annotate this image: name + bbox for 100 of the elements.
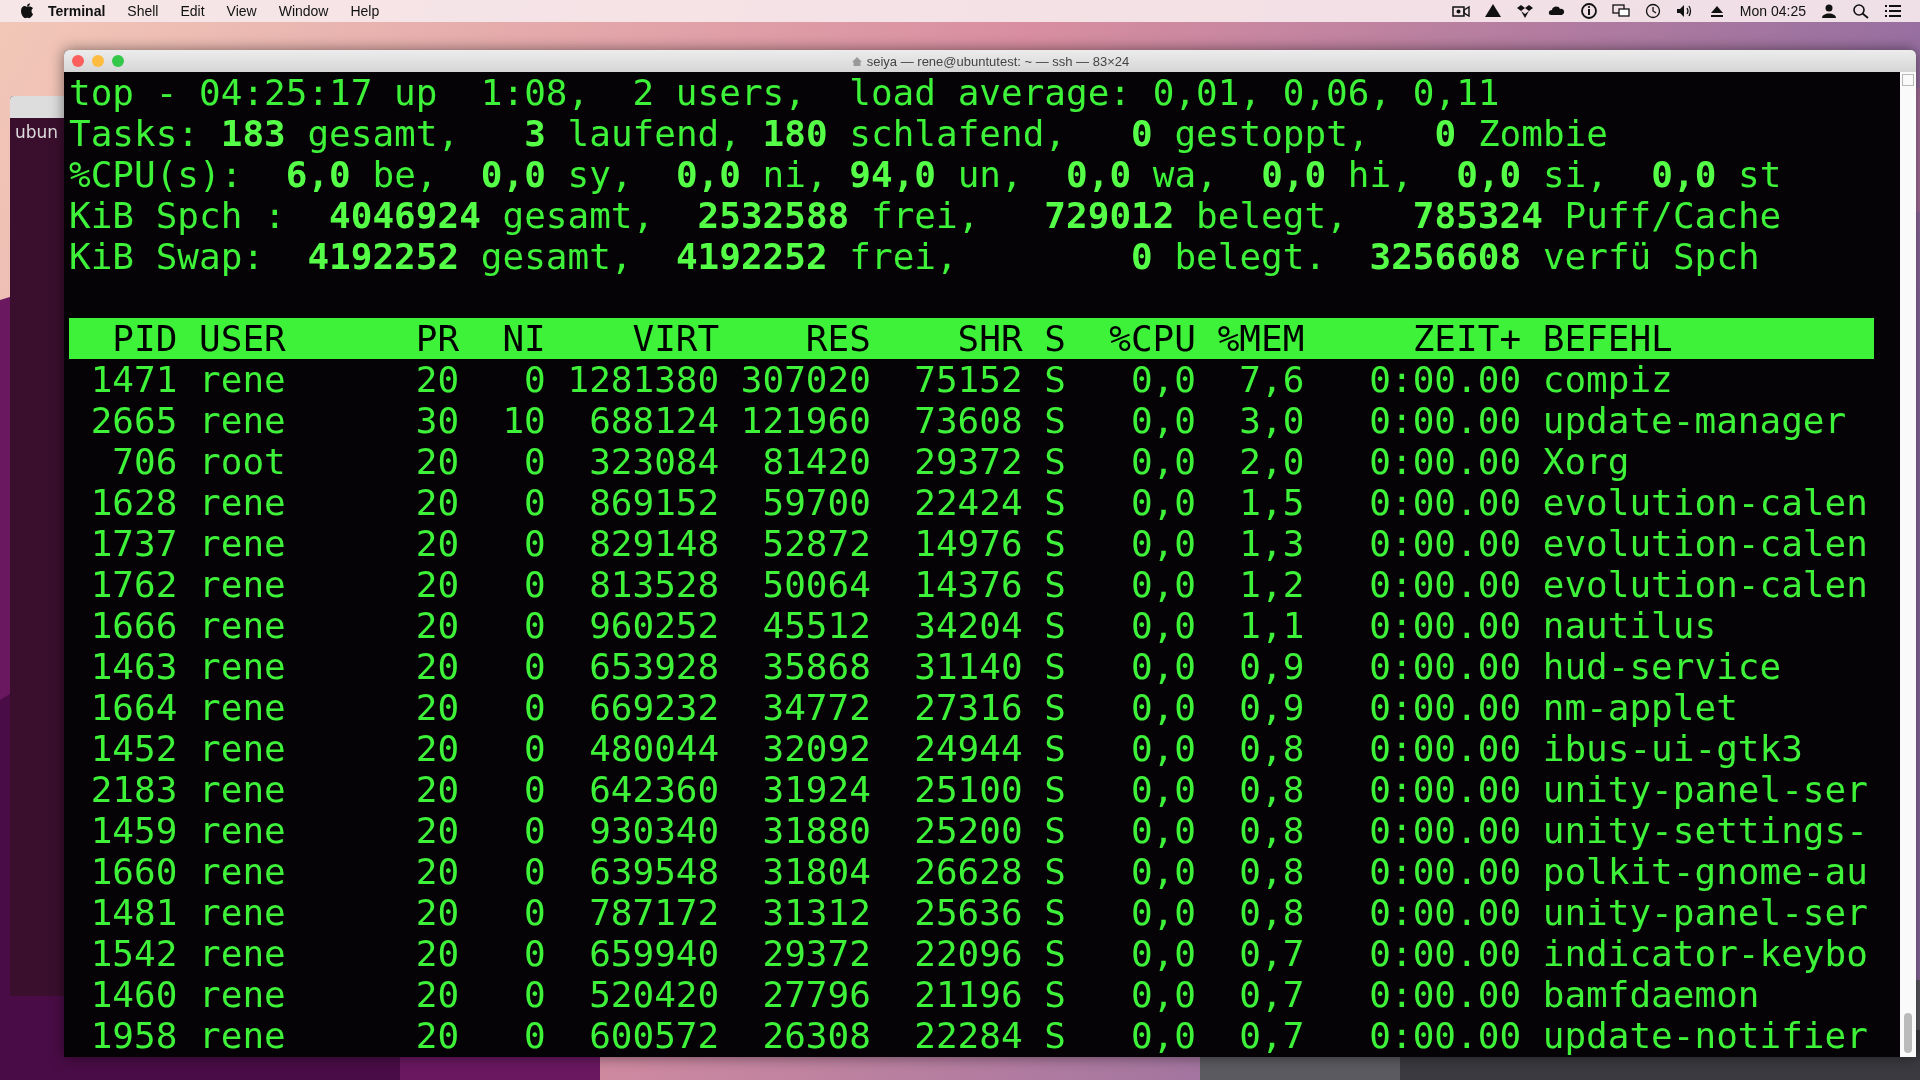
table-cell-text: 31804 xyxy=(761,851,871,892)
background-window[interactable]: ubun xyxy=(10,96,64,996)
menu-item[interactable]: Window xyxy=(267,3,340,19)
table-cell-text: 27316 xyxy=(913,687,1023,728)
table-cell-text: 0,0 xyxy=(1129,728,1196,769)
table-cell: evolution-calen xyxy=(1542,482,1868,523)
table-cell-text: 31924 xyxy=(761,769,871,810)
table-cell: S xyxy=(1044,441,1066,482)
table-cell: evolution-calen xyxy=(1542,564,1868,605)
table-cell-text: 81420 xyxy=(761,441,871,482)
clock-icon[interactable] xyxy=(1643,3,1662,19)
user-icon[interactable] xyxy=(1820,3,1838,19)
table-cell-text: 0 xyxy=(523,810,546,851)
table-cell-text: rene xyxy=(199,564,287,605)
table-cell-text: 0,0 xyxy=(1129,441,1196,482)
table-cell-text: 20 xyxy=(414,974,460,1015)
table-cell-text: 480044 xyxy=(588,728,720,769)
table-cell-text: 20 xyxy=(414,482,460,523)
table-cell: unity-panel-ser xyxy=(1542,892,1868,933)
video-camera-icon[interactable] xyxy=(1451,3,1470,19)
table-cell-text: 0,0 xyxy=(1129,933,1196,974)
menu-item[interactable]: Help xyxy=(339,3,391,19)
table-cell-text: 0 xyxy=(523,1015,546,1056)
column-header: VIRT xyxy=(631,318,720,359)
table-cell-text: 0,0 xyxy=(1129,400,1196,441)
table-cell-text: 0 xyxy=(523,728,546,769)
summary-line: %CPU(s): 6,0 be, 0,0 sy, 0,0 ni, 94,0 un, 0,0 wa, 0,0 hi, 0,0 si, 0,0 st xyxy=(69,154,1783,195)
table-cell-text: 0,0 xyxy=(1129,523,1196,564)
table-cell-text: 0,0 xyxy=(1129,564,1196,605)
table-cell-text: 642360 xyxy=(588,769,720,810)
column-header: USER xyxy=(199,318,287,359)
info-icon[interactable] xyxy=(1579,3,1598,19)
menu-item[interactable]: Edit xyxy=(169,3,216,19)
table-cell: S xyxy=(1044,1015,1066,1056)
monitors-icon[interactable] xyxy=(1611,3,1630,19)
table-cell-text: 0,8 xyxy=(1238,851,1305,892)
table-cell-text: rene xyxy=(199,810,287,851)
column-header: %MEM xyxy=(1216,318,1305,359)
speaker-icon[interactable] xyxy=(1675,3,1694,19)
table-cell: S xyxy=(1044,646,1066,687)
table-cell-text: 121960 xyxy=(739,400,871,441)
table-cell-text: 688124 xyxy=(588,400,720,441)
table-cell-text: rene xyxy=(199,728,287,769)
table-cell-text: nautilus xyxy=(1542,605,1718,646)
table-cell-text: 2183 xyxy=(89,769,178,810)
table-cell-text: 0:00.00 xyxy=(1368,605,1522,646)
table-cell-text: 0 xyxy=(523,359,546,400)
table-cell-text: 32092 xyxy=(761,728,871,769)
table-cell-text: 930340 xyxy=(588,810,720,851)
table-cell-text: 20 xyxy=(414,441,460,482)
table-cell-text: 0:00.00 xyxy=(1368,851,1522,892)
table-cell: S xyxy=(1044,728,1066,769)
table-cell-text: 30 xyxy=(414,400,460,441)
table-cell-text: 20 xyxy=(414,810,460,851)
window-titlebar xyxy=(10,96,64,118)
table-cell-text: 1459 xyxy=(89,810,178,851)
table-cell-text: compiz xyxy=(1542,359,1674,400)
column-header: SHR xyxy=(956,318,1023,359)
table-cell-text: 1628 xyxy=(89,482,178,523)
table-cell-text: 1666 xyxy=(89,605,178,646)
table-cell-text: 35868 xyxy=(761,646,871,687)
table-cell-text: root xyxy=(199,441,287,482)
summary-line: top - 04:25:17 up 1:08, 2 users, load average: 0,01, 0,06, 0,11 xyxy=(69,72,1501,113)
triangle-icon[interactable] xyxy=(1483,3,1502,19)
table-cell-text: rene xyxy=(199,974,287,1015)
home-icon xyxy=(850,55,863,67)
table-cell-text: 1471 xyxy=(89,359,178,400)
search-icon[interactable] xyxy=(1852,3,1870,19)
table-cell-text: rene xyxy=(199,646,287,687)
menu-clock[interactable]: Mon 04:25 xyxy=(1739,3,1806,19)
table-cell-text: 25636 xyxy=(913,892,1023,933)
table-cell-text: 24944 xyxy=(913,728,1023,769)
menu-item[interactable]: Terminal xyxy=(34,3,117,19)
table-cell-text: 0:00.00 xyxy=(1368,933,1522,974)
table-cell: S xyxy=(1044,851,1066,892)
table-cell-text: 0,0 xyxy=(1129,687,1196,728)
column-header: RES xyxy=(804,318,871,359)
column-header: BEFEHL xyxy=(1542,318,1674,359)
table-cell: S xyxy=(1044,810,1066,851)
table-cell-text: 0:00.00 xyxy=(1368,523,1522,564)
table-cell-text: 27796 xyxy=(761,974,871,1015)
scrollbar[interactable] xyxy=(1900,72,1916,1057)
apple-logo-icon[interactable] xyxy=(20,3,34,19)
table-cell: polkit-gnome-au xyxy=(1542,851,1868,892)
menu-item[interactable]: Shell xyxy=(116,3,170,19)
table-cell-text: 0 xyxy=(523,933,546,974)
table-cell-text: 29372 xyxy=(761,933,871,974)
list-icon[interactable] xyxy=(1884,3,1902,19)
table-cell-text: 0,9 xyxy=(1238,687,1305,728)
menu-item[interactable]: View xyxy=(215,3,268,19)
table-cell-text: 0:00.00 xyxy=(1368,359,1522,400)
table-cell-text: 0,0 xyxy=(1129,646,1196,687)
table-cell-text: 813528 xyxy=(588,564,720,605)
table-cell-text: 0:00.00 xyxy=(1368,728,1522,769)
table-cell-text: 59700 xyxy=(761,482,871,523)
summary-line: KiB Spch : 4046924 gesamt, 2532588 frei, 729012 belegt, 785324 Puff/Cache xyxy=(69,195,1783,236)
table-cell-text: hud-service xyxy=(1542,646,1783,687)
table-cell-text: 960252 xyxy=(588,605,720,646)
table-cell: S xyxy=(1044,400,1066,441)
table-cell-text: rene xyxy=(199,769,287,810)
